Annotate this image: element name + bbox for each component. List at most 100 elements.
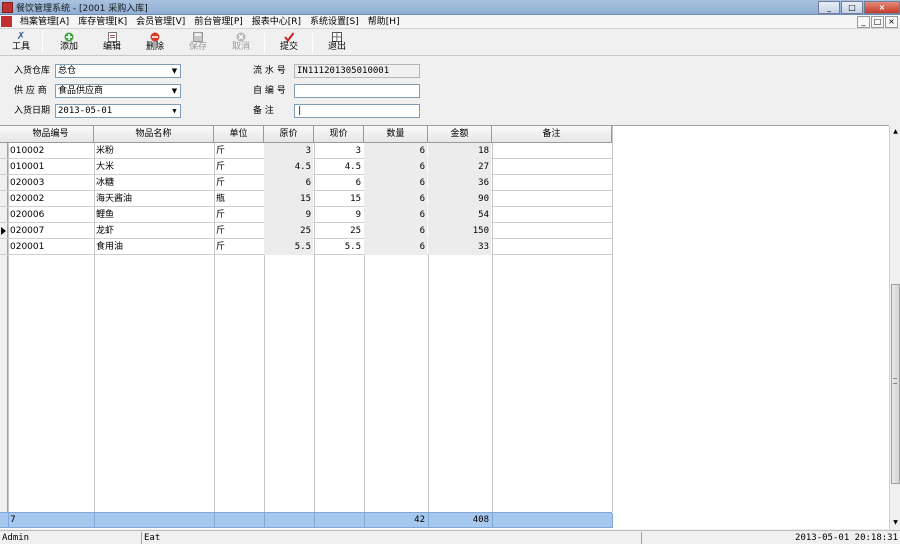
col-item-name-cell[interactable]: 龙虾 [94, 223, 213, 239]
remark-field[interactable]: | [294, 104, 420, 118]
col-orig-price-cell[interactable]: 9 [264, 207, 313, 223]
menu-help[interactable]: 帮助[H] [368, 16, 400, 28]
col-item-name-cell[interactable]: 食用油 [94, 239, 213, 255]
col-item-code-cell[interactable]: 010001 [8, 159, 93, 175]
chevron-down-icon[interactable]: ▼ [169, 85, 180, 97]
col-qty-cell[interactable]: 6 [364, 239, 427, 255]
col-item-code-header[interactable]: 物品编号 [8, 126, 94, 143]
col-item-code-cell[interactable]: 010002 [8, 143, 93, 159]
col-remark-header[interactable]: 备注 [492, 126, 612, 143]
col-cur-price-cell[interactable]: 15 [314, 191, 363, 207]
col-orig-price-cell[interactable]: 4.5 [264, 159, 313, 175]
col-amount-cell[interactable]: 90 [428, 191, 491, 207]
col-orig-price-cell[interactable]: 5.5 [264, 239, 313, 255]
col-qty-cell[interactable]: 6 [364, 191, 427, 207]
col-item-name-cell[interactable]: 冰糖 [94, 175, 213, 191]
menu-frontdesk[interactable]: 前台管理[P] [194, 16, 242, 28]
col-amount-cell[interactable]: 36 [428, 175, 491, 191]
col-unit-cell[interactable]: 瓶 [214, 191, 263, 207]
exit-button[interactable]: 退出 [320, 32, 354, 54]
chevron-down-icon[interactable]: ▼ [169, 105, 180, 117]
date-picker[interactable]: 2013-05-01 ▼ [55, 104, 181, 118]
col-cur-price-header[interactable]: 现价 [314, 126, 364, 143]
col-cur-price-cell[interactable]: 3 [314, 143, 363, 159]
col-item-code-cell[interactable]: 020006 [8, 207, 93, 223]
col-remark-cell[interactable] [492, 143, 611, 159]
menu-archive[interactable]: 档案管理[A] [20, 16, 69, 28]
scroll-thumb[interactable] [891, 284, 900, 484]
col-qty-cell[interactable]: 6 [364, 143, 427, 159]
col-orig-price-cell[interactable]: 3 [264, 143, 313, 159]
col-qty-header[interactable]: 数量 [364, 126, 428, 143]
col-amount-cell[interactable]: 27 [428, 159, 491, 175]
col-cur-price-cell[interactable]: 9 [314, 207, 363, 223]
col-unit-cell[interactable]: 斤 [214, 159, 263, 175]
mdi-close-button[interactable]: × [885, 16, 898, 28]
col-orig-price-cell[interactable]: 6 [264, 175, 313, 191]
col-orig-price-cell[interactable]: 15 [264, 191, 313, 207]
col-unit-cell[interactable]: 斤 [214, 207, 263, 223]
col-amount-cell[interactable]: 33 [428, 239, 491, 255]
vertical-scrollbar[interactable]: ▲ ▼ [889, 126, 900, 529]
col-item-code-cell[interactable]: 020003 [8, 175, 93, 191]
scroll-up-icon[interactable]: ▲ [891, 127, 900, 136]
col-cur-price-cell[interactable]: 25 [314, 223, 363, 239]
mdi-restore-button[interactable]: □ [871, 16, 884, 28]
minimize-button[interactable]: _ [818, 1, 840, 14]
table-row[interactable]: 010001 大米斤 4.5 4.5 6 27 [0, 159, 612, 175]
col-unit-cell[interactable]: 斤 [214, 223, 263, 239]
col-amount-cell[interactable]: 18 [428, 143, 491, 159]
mdi-child-icon[interactable] [1, 16, 12, 27]
warehouse-select[interactable]: 总仓 ▼ [55, 64, 181, 78]
tools-button[interactable]: ✗ 工具 [4, 32, 38, 54]
menu-settings[interactable]: 系统设置[S] [310, 16, 359, 28]
col-item-name-cell[interactable]: 大米 [94, 159, 213, 175]
add-button[interactable]: 添加 [52, 32, 86, 54]
serial-field[interactable]: IN111201305010001 [294, 64, 420, 78]
table-row[interactable]: 020001 食用油斤 5.5 5.5 6 33 [0, 239, 612, 255]
col-unit-header[interactable]: 单位 [214, 126, 264, 143]
supplier-select[interactable]: 食品供应商 ▼ [55, 84, 181, 98]
col-remark-cell[interactable] [492, 239, 611, 255]
table-row[interactable]: 020007 龙虾斤 25 25 6 150 [0, 223, 612, 239]
items-grid[interactable]: 物品编号 物品名称 单位 原价 现价 数量 金额 备注 010002 米粉斤 3 3 6 18 01000… [0, 125, 889, 529]
col-item-code-cell[interactable]: 020001 [8, 239, 93, 255]
col-item-name-cell[interactable]: 鲤鱼 [94, 207, 213, 223]
col-item-name-header[interactable]: 物品名称 [94, 126, 214, 143]
col-unit-cell[interactable]: 斤 [214, 239, 263, 255]
col-qty-cell[interactable]: 6 [364, 207, 427, 223]
cancel-button[interactable]: 取消 [224, 32, 258, 54]
col-remark-cell[interactable] [492, 191, 611, 207]
col-item-code-cell[interactable]: 020007 [8, 223, 93, 239]
menu-reports[interactable]: 报表中心[R] [252, 16, 301, 28]
col-orig-price-cell[interactable]: 25 [264, 223, 313, 239]
col-remark-cell[interactable] [492, 207, 611, 223]
col-cur-price-cell[interactable]: 6 [314, 175, 363, 191]
col-qty-cell[interactable]: 6 [364, 223, 427, 239]
menu-member[interactable]: 会员管理[V] [136, 16, 185, 28]
col-cur-price-cell[interactable]: 5.5 [314, 239, 363, 255]
col-amount-header[interactable]: 金额 [428, 126, 492, 143]
scroll-down-icon[interactable]: ▼ [891, 518, 900, 527]
menu-inventory[interactable]: 库存管理[K] [78, 16, 127, 28]
col-remark-cell[interactable] [492, 223, 611, 239]
col-qty-cell[interactable]: 6 [364, 159, 427, 175]
col-qty-cell[interactable]: 6 [364, 175, 427, 191]
table-row[interactable]: 020006 鲤鱼斤 9 9 6 54 [0, 207, 612, 223]
col-item-code-cell[interactable]: 020002 [8, 191, 93, 207]
col-amount-cell[interactable]: 150 [428, 223, 491, 239]
col-item-name-cell[interactable]: 海天酱油 [94, 191, 213, 207]
maximize-button[interactable]: □ [841, 1, 863, 14]
col-remark-cell[interactable] [492, 159, 611, 175]
table-row[interactable]: 010002 米粉斤 3 3 6 18 [0, 143, 612, 159]
chevron-down-icon[interactable]: ▼ [169, 65, 180, 77]
delete-button[interactable]: 删除 [138, 32, 172, 54]
col-remark-cell[interactable] [492, 175, 611, 191]
col-unit-cell[interactable]: 斤 [214, 175, 263, 191]
col-orig-price-header[interactable]: 原价 [264, 126, 314, 143]
col-unit-cell[interactable]: 斤 [214, 143, 263, 159]
col-item-name-cell[interactable]: 米粉 [94, 143, 213, 159]
code-field[interactable] [294, 84, 420, 98]
submit-button[interactable]: 提交 [272, 32, 306, 54]
table-row[interactable]: 020003 冰糖斤 6 6 6 36 [0, 175, 612, 191]
